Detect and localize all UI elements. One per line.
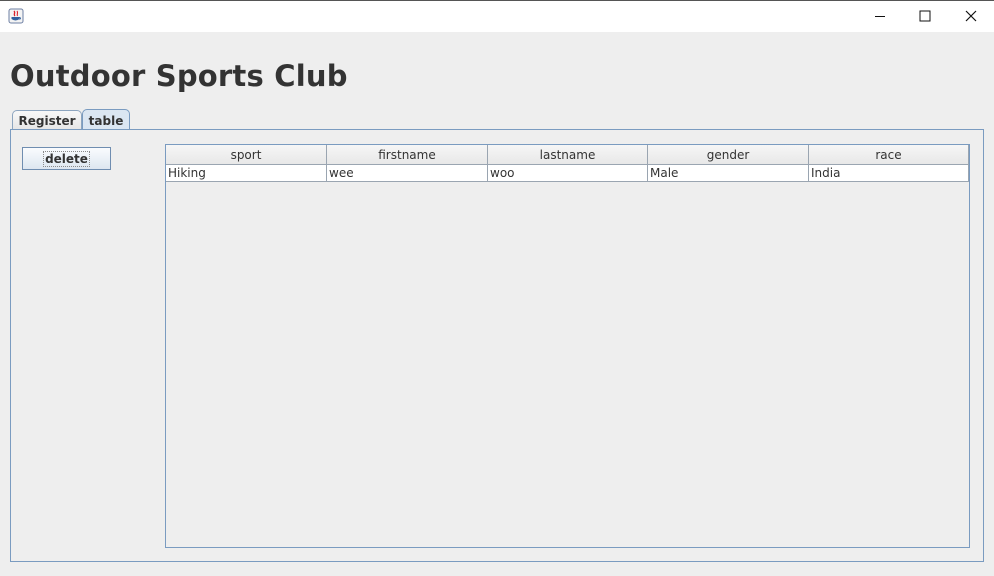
title-bar [0,0,994,32]
maximize-icon [919,10,931,22]
column-header-lastname[interactable]: lastname [488,145,648,165]
tab-register[interactable]: Register [12,110,82,130]
column-header-gender[interactable]: gender [648,145,809,165]
tab-table[interactable]: table [82,109,130,131]
records-table[interactable]: sport firstname lastname gender race Hik… [165,144,970,548]
table-row[interactable]: Hiking wee woo Male India [166,165,969,182]
column-header-firstname[interactable]: firstname [327,145,488,165]
delete-button[interactable]: delete [22,147,111,170]
column-header-sport[interactable]: sport [166,145,327,165]
table-cell-race[interactable]: India [809,165,969,182]
delete-button-label: delete [43,150,90,167]
minimize-button[interactable] [857,0,903,32]
table-header: sport firstname lastname gender race [166,145,969,165]
minimize-icon [874,10,886,22]
title-bar-edge [0,0,994,1]
column-header-race[interactable]: race [809,145,969,165]
maximize-button[interactable] [902,0,948,32]
java-cup-icon[interactable] [8,8,24,24]
close-button[interactable] [948,0,994,32]
close-icon [965,10,977,22]
table-cell-firstname[interactable]: wee [327,165,488,182]
table-cell-sport[interactable]: Hiking [166,165,327,182]
table-cell-gender[interactable]: Male [648,165,809,182]
table-cell-lastname[interactable]: woo [488,165,648,182]
page-title: Outdoor Sports Club [10,59,348,93]
